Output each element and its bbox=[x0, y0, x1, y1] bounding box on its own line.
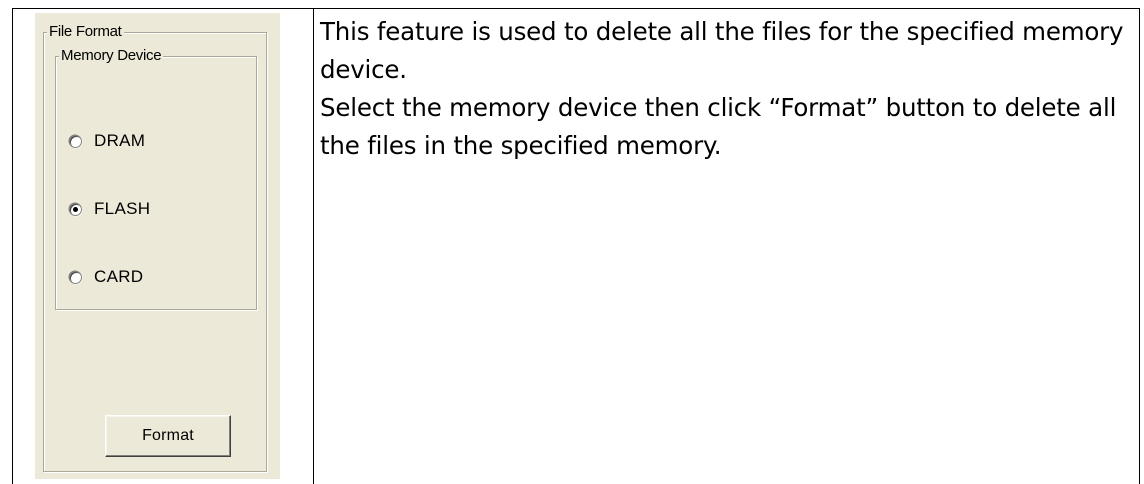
document-page: File Format Memory Device DRAM FLASH CAR… bbox=[0, 0, 1144, 484]
file-format-dialog: File Format Memory Device DRAM FLASH CAR… bbox=[35, 13, 280, 479]
radio-dram[interactable]: DRAM bbox=[69, 131, 146, 150]
clipped-heading-fragment bbox=[88, 0, 328, 8]
description-cell: This feature is used to delete all the f… bbox=[315, 9, 1139, 484]
radio-unchecked-icon[interactable] bbox=[69, 134, 82, 148]
radio-card[interactable]: CARD bbox=[69, 267, 144, 286]
file-format-group-title: File Format bbox=[47, 23, 124, 40]
radio-checked-icon[interactable] bbox=[69, 202, 82, 216]
description-paragraph-1: This feature is used to delete all the f… bbox=[320, 17, 1124, 84]
radio-dram-label: DRAM bbox=[94, 131, 146, 150]
radio-flash-label: FLASH bbox=[94, 199, 151, 218]
format-button[interactable]: Format bbox=[105, 415, 231, 457]
radio-unchecked-icon[interactable] bbox=[69, 270, 82, 284]
description-table: File Format Memory Device DRAM FLASH CAR… bbox=[12, 8, 1140, 484]
radio-card-label: CARD bbox=[94, 267, 144, 286]
radio-flash[interactable]: FLASH bbox=[69, 199, 151, 218]
screenshot-cell: File Format Memory Device DRAM FLASH CAR… bbox=[13, 9, 314, 484]
description-paragraph-2: Select the memory device then click “For… bbox=[320, 93, 1117, 160]
memory-device-group-title: Memory Device bbox=[59, 47, 164, 64]
